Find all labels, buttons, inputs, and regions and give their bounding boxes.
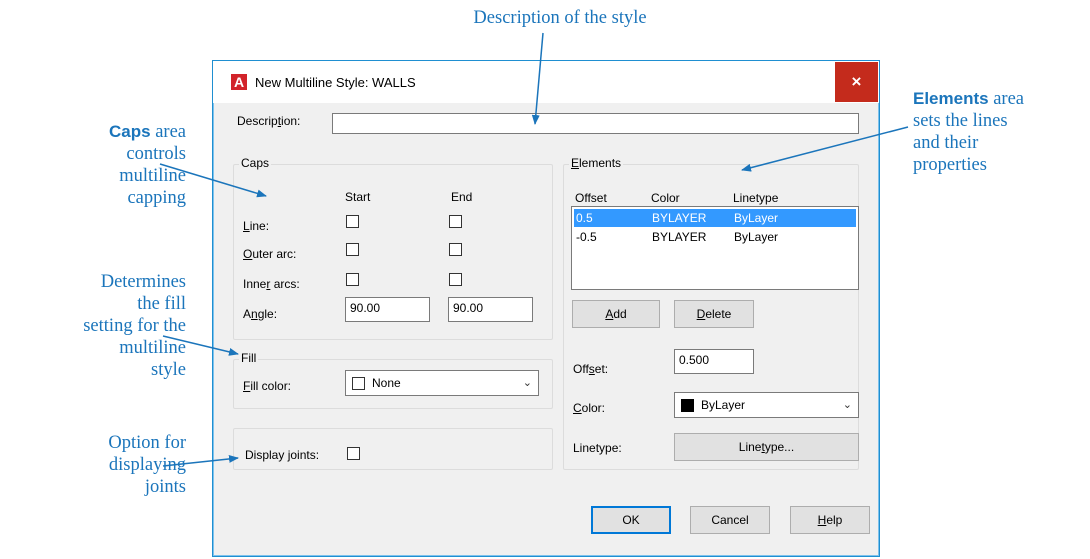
linetype-button[interactable]: Linetype... [674, 433, 859, 461]
caps-angle-start-input[interactable]: 90.00 [345, 297, 430, 322]
caps-inner-arcs-end-checkbox[interactable] [449, 273, 462, 286]
list-item[interactable]: -0.5 BYLAYER ByLayer [574, 228, 856, 246]
cancel-button[interactable]: Cancel [690, 506, 770, 534]
fill-color-dropdown[interactable]: None ⌄ [345, 370, 539, 396]
description-input[interactable] [332, 113, 859, 134]
caps-line-start-checkbox[interactable] [346, 215, 359, 228]
elements-offset-header: Offset [575, 191, 607, 205]
fill-color-value: None [372, 376, 401, 390]
caps-outer-arc-end-checkbox[interactable] [449, 243, 462, 256]
element-offset-label: Offset: [573, 362, 609, 376]
color-swatch-black-icon [681, 399, 694, 412]
element-color-label: Color: [573, 401, 606, 415]
color-swatch-none-icon [352, 377, 365, 390]
element-linetype-label: Linetype: [573, 441, 622, 455]
callout-description: Description of the style [473, 8, 647, 28]
description-label: Description: [237, 114, 301, 128]
chevron-down-icon: ⌄ [522, 377, 532, 389]
callout-elements: Elements area sets the lines and their p… [913, 89, 1025, 175]
dialog-title: New Multiline Style: WALLS [255, 75, 416, 90]
caps-outer-arc-start-checkbox[interactable] [346, 243, 359, 256]
element-color-value: ByLayer [701, 398, 746, 412]
callout-joints: Option for displaying joints [108, 433, 186, 497]
delete-button[interactable]: Delete [674, 300, 754, 328]
ok-button[interactable]: OK [591, 506, 671, 534]
display-joints-label: Display joints: [245, 448, 320, 462]
caps-end-header: End [451, 190, 473, 204]
help-button[interactable]: Help [790, 506, 870, 534]
title-bar[interactable]: A New Multiline Style: WALLS × [213, 61, 879, 103]
elements-list[interactable]: 0.5 BYLAYER ByLayer -0.5 BYLAYER ByLayer [571, 206, 859, 290]
caps-group-title: Caps [239, 156, 272, 170]
caps-start-header: Start [345, 190, 371, 204]
elements-color-header: Color [651, 191, 680, 205]
caps-inner-arcs-start-checkbox[interactable] [346, 273, 359, 286]
chevron-down-icon: ⌄ [842, 399, 852, 411]
add-button[interactable]: Add [572, 300, 660, 328]
elements-linetype-header: Linetype [733, 191, 779, 205]
element-color-dropdown[interactable]: ByLayer ⌄ [674, 392, 859, 418]
element-offset-input[interactable]: 0.500 [674, 349, 754, 374]
elements-group-title: Elements [569, 156, 624, 170]
fill-group-title: Fill [239, 351, 259, 365]
new-multiline-style-dialog: A New Multiline Style: WALLS × Descripti… [212, 60, 880, 557]
fill-color-label: Fill color: [243, 379, 292, 393]
callout-caps: Caps area controls multiline capping [109, 122, 186, 208]
list-item[interactable]: 0.5 BYLAYER ByLayer [574, 209, 856, 227]
close-button[interactable]: × [835, 62, 878, 102]
caps-inner-arcs-label: Inner arcs: [243, 277, 300, 291]
display-joints-checkbox[interactable] [347, 447, 360, 460]
caps-line-label: Line: [243, 219, 270, 233]
callout-fill: Determines the fill setting for the mult… [83, 272, 186, 380]
caps-angle-label: Angle: [243, 307, 278, 321]
autocad-logo-icon: A [231, 74, 247, 90]
caps-line-end-checkbox[interactable] [449, 215, 462, 228]
caps-outer-arc-label: Outer arc: [243, 247, 297, 261]
caps-angle-end-input[interactable]: 90.00 [448, 297, 533, 322]
